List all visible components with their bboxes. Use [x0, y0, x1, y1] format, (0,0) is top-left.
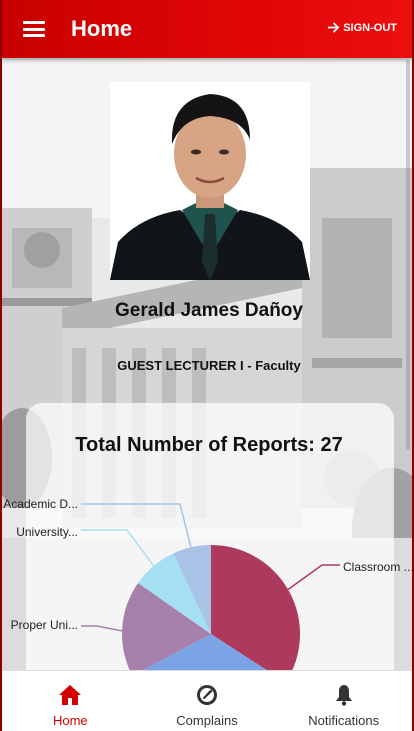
nav-notifications[interactable]: Notifications — [275, 671, 412, 731]
sign-out-button[interactable]: SIGN-OUT — [327, 21, 397, 34]
scrollbar[interactable] — [406, 60, 410, 450]
nav-notifications-label: Notifications — [308, 713, 380, 728]
report-total-title: Total Number of Reports: 27 — [75, 434, 343, 456]
nav-home-label: Home — [52, 713, 88, 728]
sign-out-label: SIGN-OUT — [343, 21, 397, 34]
pie-label: University... — [16, 525, 78, 539]
app-bar: Home SIGN-OUT — [2, 0, 412, 58]
page-title: Home — [71, 16, 133, 41]
profile-photo — [110, 82, 310, 280]
pie-leader-line — [81, 529, 155, 567]
pie-label: Classroom ... — [343, 560, 414, 574]
menu-icon[interactable] — [23, 21, 45, 37]
home-icon — [59, 685, 82, 705]
pie-label: Academic D... — [3, 497, 78, 511]
reports-pie-chart: Classroom ... Proper Uni... University... A… — [2, 480, 414, 723]
pie-leader-line — [81, 625, 123, 632]
pie-label: Proper Uni... — [11, 618, 78, 632]
pie-leader-line — [287, 564, 340, 591]
bottom-navigation: Home Complains Notifications — [2, 670, 412, 731]
bell-icon — [335, 685, 352, 706]
nav-complains[interactable]: Complains — [139, 671, 276, 731]
profile-role: GUEST LECTURER I - Faculty — [117, 358, 301, 373]
clock-icon — [197, 685, 217, 705]
nav-complains-label: Complains — [176, 713, 238, 728]
profile-name: Gerald James Dañoy — [115, 300, 303, 321]
arrow-right-icon — [328, 22, 340, 33]
nav-home[interactable]: Home — [2, 671, 139, 731]
app-frame: Gerald James Dañoy GUEST LECTURER I - Fa… — [0, 0, 414, 731]
